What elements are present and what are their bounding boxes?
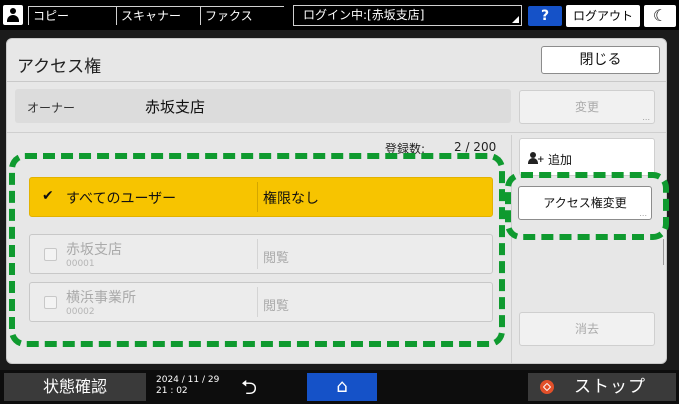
home-button[interactable]: ⌂ — [307, 373, 377, 401]
sleep-button[interactable]: ☾ — [644, 5, 676, 27]
entry-id: 00002 — [66, 307, 95, 317]
registered-count-label: 登録数: — [385, 142, 426, 156]
change-owner-button[interactable]: 変更 ... — [519, 90, 655, 124]
datetime: 2024 / 11 / 29 21 : 02 — [156, 375, 220, 396]
ellipsis-icon: ... — [639, 209, 647, 218]
top-status-bar: コピー スキャナー ファクス ログイン中:[赤坂支店] ? ログアウト ☾ — [0, 0, 679, 30]
page-title: アクセス権 — [17, 57, 102, 77]
column-divider — [511, 135, 512, 363]
section-divider — [7, 132, 666, 133]
entry-name: すべてのユーザー — [66, 191, 177, 207]
delete-button[interactable]: 消去 — [519, 312, 655, 346]
owner-value: 赤坂支店 — [145, 98, 206, 116]
entry-id: 00001 — [66, 259, 95, 269]
status-check-button[interactable]: 状態確認 — [4, 373, 146, 401]
stop-icon — [540, 380, 554, 394]
entry-permission: 閲覧 — [263, 251, 290, 266]
registered-count-value: 2 / 200 — [454, 140, 497, 154]
access-list: ✔ すべてのユーザー 権限なし 赤坂支店 00001 閲覧 横浜事業所 0000… — [21, 161, 501, 351]
add-user-icon: + — [528, 152, 545, 165]
entry-name: 赤坂支店 — [66, 242, 122, 258]
checkbox-icon[interactable] — [44, 248, 57, 261]
close-button[interactable]: 閉じる — [541, 46, 660, 74]
moon-icon: ☾ — [652, 6, 668, 25]
entry-permission: 閲覧 — [263, 299, 290, 314]
bottom-bar: 状態確認 2024 / 11 / 29 21 : 02 ⮌ ⌂ ストップ — [0, 370, 679, 404]
login-status-box[interactable]: ログイン中:[赤坂支店] — [293, 5, 522, 26]
change-access-button[interactable]: アクセス権変更 ... — [518, 186, 652, 220]
list-item-akasaka[interactable]: 赤坂支店 00001 閲覧 — [29, 234, 493, 274]
logout-button[interactable]: ログアウト — [566, 5, 640, 27]
tab-copy[interactable]: コピー — [28, 6, 116, 25]
help-button[interactable]: ? — [528, 6, 562, 26]
entry-name: 横浜事業所 — [66, 290, 136, 306]
back-button[interactable]: ⮌ — [224, 374, 274, 400]
access-rights-panel: アクセス権 閉じる オーナー 赤坂支店 変更 ... 登録数: 2 / 200 … — [6, 38, 667, 364]
back-arrow-icon: ⮌ — [240, 375, 258, 399]
ellipsis-icon: ... — [642, 113, 650, 122]
expand-corner-icon — [512, 16, 519, 23]
tab-fax[interactable]: ファクス — [200, 6, 284, 25]
owner-row: オーナー 赤坂支店 — [15, 89, 511, 123]
checkbox-checked-icon[interactable]: ✔ — [42, 189, 55, 203]
tab-scanner[interactable]: スキャナー — [116, 6, 200, 25]
stop-button[interactable]: ストップ — [528, 373, 676, 401]
list-item-yokohama[interactable]: 横浜事業所 00002 閲覧 — [29, 282, 493, 322]
list-item-all-users[interactable]: ✔ すべてのユーザー 権限なし — [29, 177, 493, 217]
scroll-indicator — [663, 239, 666, 265]
checkbox-icon[interactable] — [44, 296, 57, 309]
entry-permission: 権限なし — [263, 191, 319, 207]
title-divider — [7, 81, 666, 82]
user-icon[interactable] — [3, 5, 23, 25]
home-icon: ⌂ — [336, 376, 348, 397]
add-button[interactable]: + 追加 — [519, 138, 655, 176]
owner-label: オーナー — [27, 101, 76, 115]
